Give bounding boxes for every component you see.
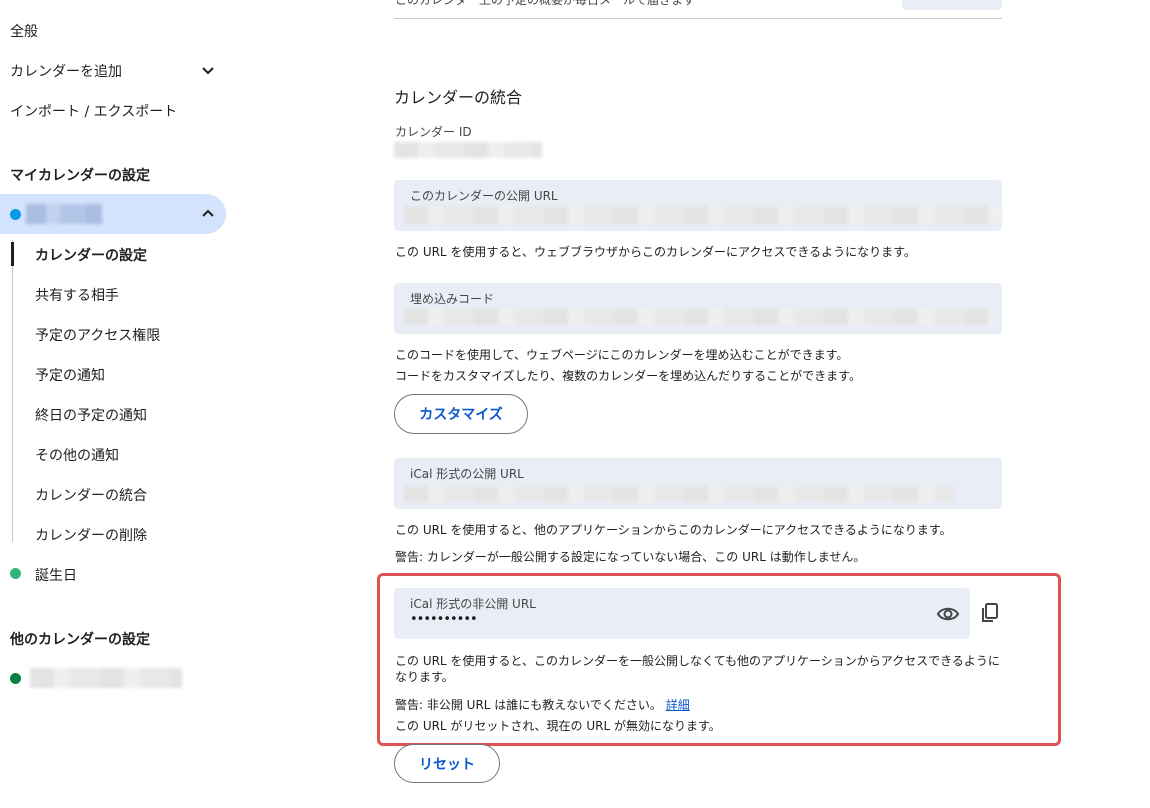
public-url-label: このカレンダーの公開 URL [410,189,558,203]
subnav-rail [12,240,13,542]
embed-code-value-redacted [404,309,994,325]
my-calendars-heading: マイカレンダーの設定 [10,168,150,184]
other-calendar-name-redacted[interactable] [30,668,182,688]
public-url-desc: この URL を使用すると、ウェブブラウザからこのカレンダーにアクセスできるよう… [395,245,916,259]
ical-private-url-desc-2: なります。 [395,670,454,684]
ical-private-url-desc-1: この URL を使用すると、このカレンダーを一般公開しなくても他のアプリケーショ… [395,654,1000,668]
embed-code-desc-1: このコードを使用して、ウェブページにこのカレンダーを埋め込むことができます。 [395,348,849,362]
ical-public-url-label: iCal 形式の公開 URL [410,467,524,481]
eye-icon[interactable] [936,603,960,625]
ical-private-url-label: iCal 形式の非公開 URL [410,597,536,611]
divider [394,18,1002,19]
customize-button[interactable]: カスタマイズ [394,394,528,434]
reset-button[interactable]: リセット [394,744,500,783]
nav-general[interactable]: 全般 [10,21,38,41]
subnav-integrate-calendar[interactable]: カレンダーの統合 [35,485,147,505]
subnav-event-notifications[interactable]: 予定の通知 [35,365,105,385]
embed-code-field[interactable]: 埋め込みコード [394,283,1002,334]
embed-code-desc-2: コードをカスタマイズしたり、複数のカレンダーを埋め込んだりすることができます。 [395,369,861,383]
nav-add-calendar-label: カレンダーを追加 [10,64,122,80]
ical-public-url-warning: 警告: カレンダーが一般公開する設定になっていない場合、この URL は動作しま… [395,550,866,564]
calendar-id-value-redacted[interactable] [394,142,542,158]
subnav-active-indicator [11,242,14,266]
subnav-access-permissions[interactable]: 予定のアクセス権限 [35,325,160,345]
subnav-other-notifications[interactable]: その他の通知 [35,445,119,465]
chevron-down-icon[interactable] [200,62,216,78]
public-url-value-redacted [404,206,1002,224]
subnav-calendar-settings[interactable]: カレンダーの設定 [35,245,147,265]
details-link[interactable]: 詳細 [666,698,690,712]
daily-agenda-desc: このカレンダー上の予定の概要が毎日メールで届きます [395,0,696,7]
other-calendars-heading: 他のカレンダーの設定 [10,632,150,648]
subnav-delete-calendar[interactable]: カレンダーの削除 [35,525,147,545]
birthday-color-dot [10,568,21,579]
nav-birthdays[interactable]: 誕生日 [35,565,77,585]
other-calendar-dot [10,673,21,684]
reset-note: この URL がリセットされ、現在の URL が無効になります。 [395,719,721,733]
ical-private-url-warning: 警告: 非公開 URL は誰にも教えないでください。 詳細 [395,696,690,713]
subnav-share-with[interactable]: 共有する相手 [35,285,119,305]
nav-add-calendar[interactable]: カレンダーを追加 [10,61,220,81]
public-url-field[interactable]: このカレンダーの公開 URL [394,180,1002,231]
ical-private-url-masked: •••••••••• [410,612,478,627]
calendar-name-redacted [26,204,102,224]
section-title: カレンダーの統合 [394,88,523,107]
daily-agenda-select[interactable] [902,0,1002,10]
calendar-id-label: カレンダー ID [395,125,472,139]
nav-import-export[interactable]: インポート / エクスポート [10,101,177,121]
copy-icon[interactable] [980,602,1000,624]
ical-private-url-field[interactable]: iCal 形式の非公開 URL •••••••••• [394,588,970,639]
ical-public-url-value-redacted [404,486,954,502]
subnav-allday-notifications[interactable]: 終日の予定の通知 [35,405,147,425]
ical-private-url-warning-text: 警告: 非公開 URL は誰にも教えないでください。 [395,698,662,712]
calendar-color-dot [10,209,21,220]
ical-public-url-desc: この URL を使用すると、他のアプリケーションからこのカレンダーにアクセスでき… [395,523,952,537]
embed-code-label: 埋め込みコード [410,292,495,306]
ical-public-url-field[interactable]: iCal 形式の公開 URL [394,458,1002,509]
chevron-up-icon[interactable] [200,206,216,222]
